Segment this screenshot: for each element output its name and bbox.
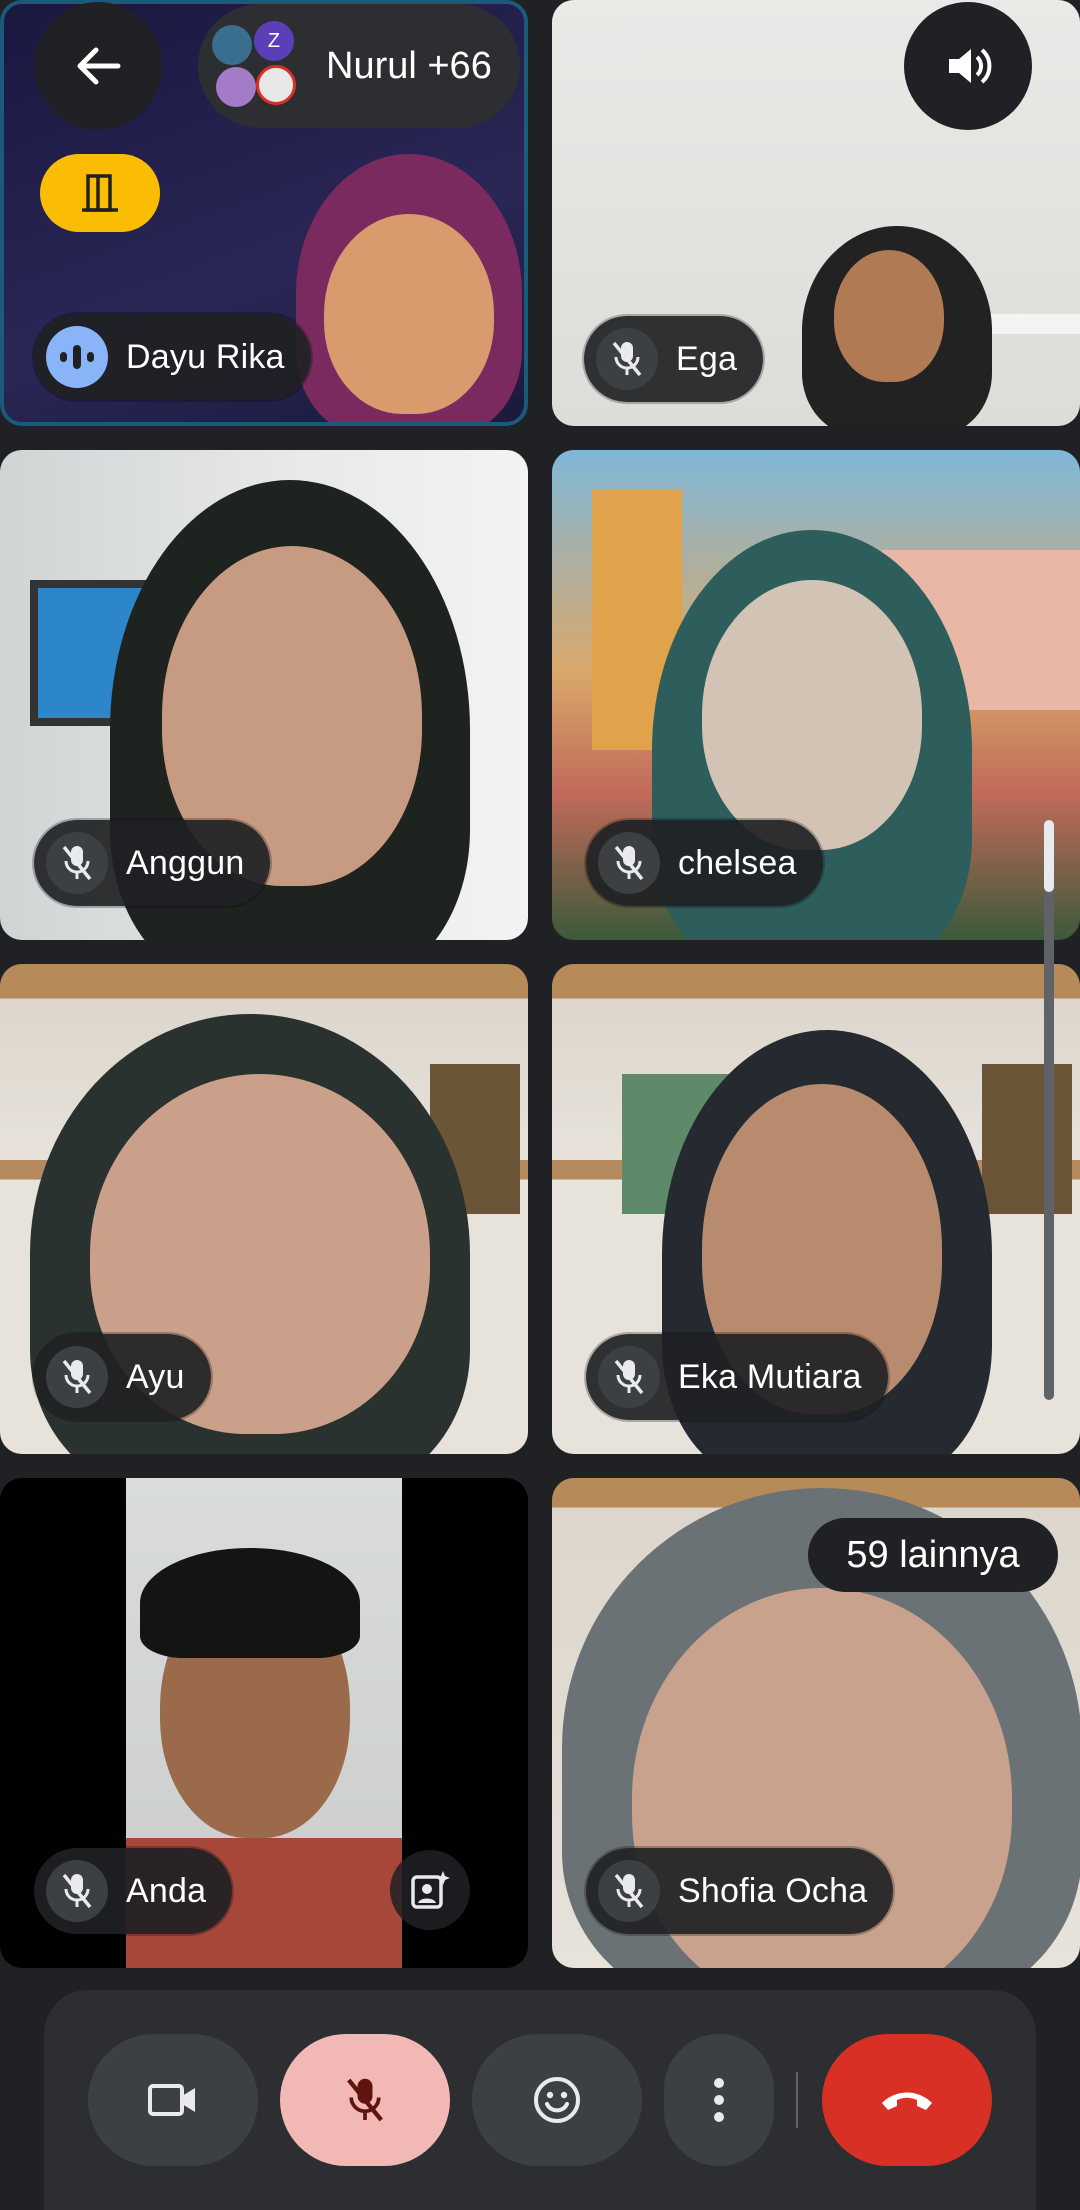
mic-off-icon <box>46 1346 108 1408</box>
mic-off-icon <box>596 328 658 390</box>
participant-name: Anggun <box>126 843 245 882</box>
speaker-button[interactable] <box>904 2 1032 130</box>
name-chip: chelsea <box>586 820 823 906</box>
emoji-icon <box>534 2077 580 2123</box>
call-end-icon <box>882 2092 932 2110</box>
reactions-button[interactable] <box>472 2034 642 2166</box>
mic-off-icon <box>46 832 108 894</box>
end-call-button[interactable] <box>822 2034 992 2166</box>
participant-hair <box>140 1548 360 1658</box>
arrow-back-icon <box>77 47 121 85</box>
name-chip: Dayu Rika <box>34 314 311 400</box>
visual-effects-button[interactable] <box>390 1850 470 1930</box>
volume-up-icon <box>949 48 992 84</box>
leave-room-button[interactable] <box>40 154 160 232</box>
door-icon <box>82 174 118 212</box>
divider <box>796 2072 798 2128</box>
participant-face <box>834 250 944 382</box>
participant-tile[interactable]: Ayu <box>0 964 528 1454</box>
participant-face <box>324 214 494 414</box>
participant-name: Ayu <box>126 1357 185 1396</box>
name-chip: Ayu <box>34 1334 211 1420</box>
participants-label: Nurul +66 <box>326 44 492 87</box>
portrait-sparkle-icon <box>411 1871 450 1909</box>
name-chip: Eka Mutiara <box>586 1334 888 1420</box>
participant-avatars: Z <box>212 21 302 111</box>
avatar <box>256 65 296 105</box>
bookshelf-books <box>982 1064 1072 1214</box>
avatar <box>216 67 256 107</box>
participant-name: chelsea <box>678 843 797 882</box>
participant-tile[interactable]: Eka Mutiara <box>552 964 1080 1454</box>
self-view-tile[interactable]: Anda <box>0 1478 528 1968</box>
more-vert-icon <box>714 2078 724 2122</box>
participant-name: Dayu Rika <box>126 337 285 376</box>
avatar: Z <box>254 21 294 61</box>
back-button[interactable] <box>34 2 162 130</box>
name-chip: Anda <box>34 1848 233 1934</box>
name-chip: Anggun <box>34 820 271 906</box>
participant-tile[interactable]: Anggun <box>0 450 528 940</box>
mic-off-icon <box>347 2078 383 2122</box>
name-chip: Ega <box>584 316 764 402</box>
name-chip: Shofia Ocha <box>586 1848 894 1934</box>
microphone-button[interactable] <box>280 2034 450 2166</box>
participant-tile[interactable]: chelsea <box>552 450 1080 940</box>
mic-off-icon <box>598 1346 660 1408</box>
more-participants-badge[interactable]: 59 lainnya <box>808 1518 1058 1592</box>
participant-name: Eka Mutiara <box>678 1357 862 1396</box>
scrollbar-thumb[interactable] <box>1044 820 1054 892</box>
mic-off-icon <box>598 1860 660 1922</box>
mic-off-icon <box>46 1860 108 1922</box>
scrollbar[interactable] <box>1044 820 1054 1400</box>
video-camera-icon <box>148 2084 195 2116</box>
participant-face <box>702 580 922 850</box>
participant-name: Ega <box>676 339 738 378</box>
mic-off-icon <box>598 832 660 894</box>
speaking-indicator-icon <box>46 326 108 388</box>
participant-name: Shofia Ocha <box>678 1871 868 1910</box>
more-options-button[interactable] <box>664 2034 774 2166</box>
participant-name: Anda <box>126 1871 207 1910</box>
avatar <box>212 25 252 65</box>
participants-button[interactable]: Z Nurul +66 <box>198 4 520 128</box>
camera-button[interactable] <box>88 2034 258 2166</box>
